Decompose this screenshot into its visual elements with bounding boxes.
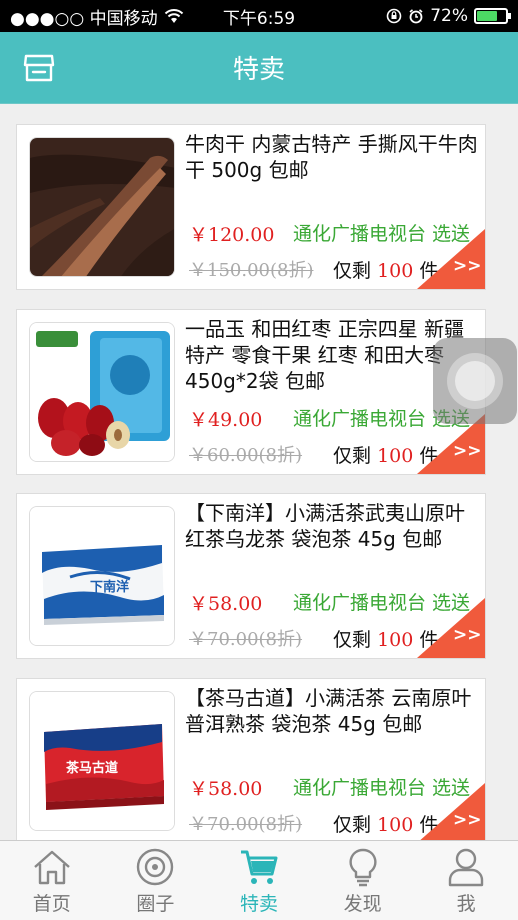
product-image-dried-beef[interactable] <box>29 137 175 277</box>
product-name[interactable]: 牛肉干 内蒙古特产 手撕风干牛肉干 500g 包邮 <box>185 131 483 183</box>
product-price: ￥58.00 <box>189 593 263 615</box>
go-arrow-icon[interactable]: >> <box>417 229 485 289</box>
store-icon[interactable] <box>22 52 56 84</box>
product-price: ￥58.00 <box>189 778 263 800</box>
go-arrow-icon[interactable]: >> <box>417 598 485 658</box>
orientation-lock-icon <box>386 8 402 24</box>
stock-prefix: 仅剩 <box>333 260 372 282</box>
product-original-price: ￥70.00(8折) <box>189 629 303 650</box>
battery-percent: 72% <box>430 6 468 26</box>
stock-prefix: 仅剩 <box>333 629 372 651</box>
tab-label: 我 <box>456 893 476 915</box>
stock-count: 100 <box>377 629 414 651</box>
product-price: ￥49.00 <box>189 409 263 431</box>
corner-badge-label: >> <box>453 441 482 461</box>
product-price: ￥120.00 <box>189 224 275 246</box>
product-original-price: ￥60.00(8折) <box>189 445 303 466</box>
battery-icon <box>474 8 511 24</box>
tab-label: 特卖 <box>239 893 278 915</box>
alarm-icon <box>409 9 423 24</box>
nav-bar: 特卖 <box>0 32 518 104</box>
corner-badge-label: >> <box>453 625 482 645</box>
stock-prefix: 仅剩 <box>333 445 372 467</box>
product-original-price: ￥150.00(8折) <box>189 260 314 281</box>
user-icon <box>448 848 484 887</box>
tab-home[interactable]: 首页 <box>0 841 104 920</box>
circle-icon <box>137 848 174 886</box>
assistive-touch-core <box>455 361 495 401</box>
tab-sale[interactable]: 特卖 <box>207 841 311 920</box>
product-image-tea-box-blue[interactable]: 下南洋 <box>29 506 175 646</box>
carrier-label: ●●●○○ 中国移动 <box>10 8 158 29</box>
box-label: 茶马古道 <box>66 760 118 776</box>
go-arrow-icon[interactable]: >> <box>417 783 485 840</box>
product-card[interactable]: 茶马古道 【茶马古道】小满活茶 云南原叶普洱熟茶 袋泡茶 45g 包邮 ￥58.… <box>16 678 486 840</box>
assistive-touch-button[interactable] <box>433 338 517 424</box>
cart-icon <box>240 850 278 884</box>
tab-label: 首页 <box>32 893 71 915</box>
product-card[interactable]: 下南洋 【下南洋】小满活茶武夷山原叶红茶乌龙茶 袋泡茶 45g 包邮 ￥58.0… <box>16 493 486 659</box>
tab-label: 发现 <box>343 893 382 915</box>
home-icon <box>34 850 70 885</box>
tab-label: 圈子 <box>136 893 175 915</box>
tab-discover[interactable]: 发现 <box>311 841 415 920</box>
product-card[interactable]: 一品玉 和田红枣 正宗四星 新疆特产 零食干果 红枣 和田大枣 450g*2袋 … <box>16 309 486 475</box>
product-list[interactable]: 牛肉干 内蒙古特产 手撕风干牛肉干 500g 包邮 ￥120.00 通化广播电视… <box>0 104 518 840</box>
page-title: 特卖 <box>232 55 285 85</box>
tab-me[interactable]: 我 <box>414 841 518 920</box>
tab-bar: 首页 圈子 特卖 发现 我 <box>0 840 518 920</box>
product-original-price: ￥70.00(8折) <box>189 814 303 835</box>
status-bar: ●●●○○ 中国移动 下午6:59 72% <box>0 0 518 32</box>
corner-badge-label: >> <box>453 256 482 276</box>
box-label: 下南洋 <box>90 579 129 595</box>
stock-count: 100 <box>377 445 414 467</box>
product-card[interactable]: 牛肉干 内蒙古特产 手撕风干牛肉干 500g 包邮 ￥120.00 通化广播电视… <box>16 124 486 290</box>
product-image-red-dates[interactable] <box>29 322 175 462</box>
wifi-icon <box>164 9 183 23</box>
stock-count: 100 <box>377 260 414 282</box>
lightbulb-icon <box>349 848 377 887</box>
stock-count: 100 <box>377 814 414 836</box>
corner-badge-label: >> <box>453 810 482 830</box>
stock-prefix: 仅剩 <box>333 814 372 836</box>
product-name[interactable]: 【下南洋】小满活茶武夷山原叶红茶乌龙茶 袋泡茶 45g 包邮 <box>185 500 483 552</box>
product-name[interactable]: 【茶马古道】小满活茶 云南原叶普洱熟茶 袋泡茶 45g 包邮 <box>185 685 483 737</box>
product-image-tea-box-red[interactable]: 茶马古道 <box>29 691 175 831</box>
tab-circle[interactable]: 圈子 <box>104 841 208 920</box>
